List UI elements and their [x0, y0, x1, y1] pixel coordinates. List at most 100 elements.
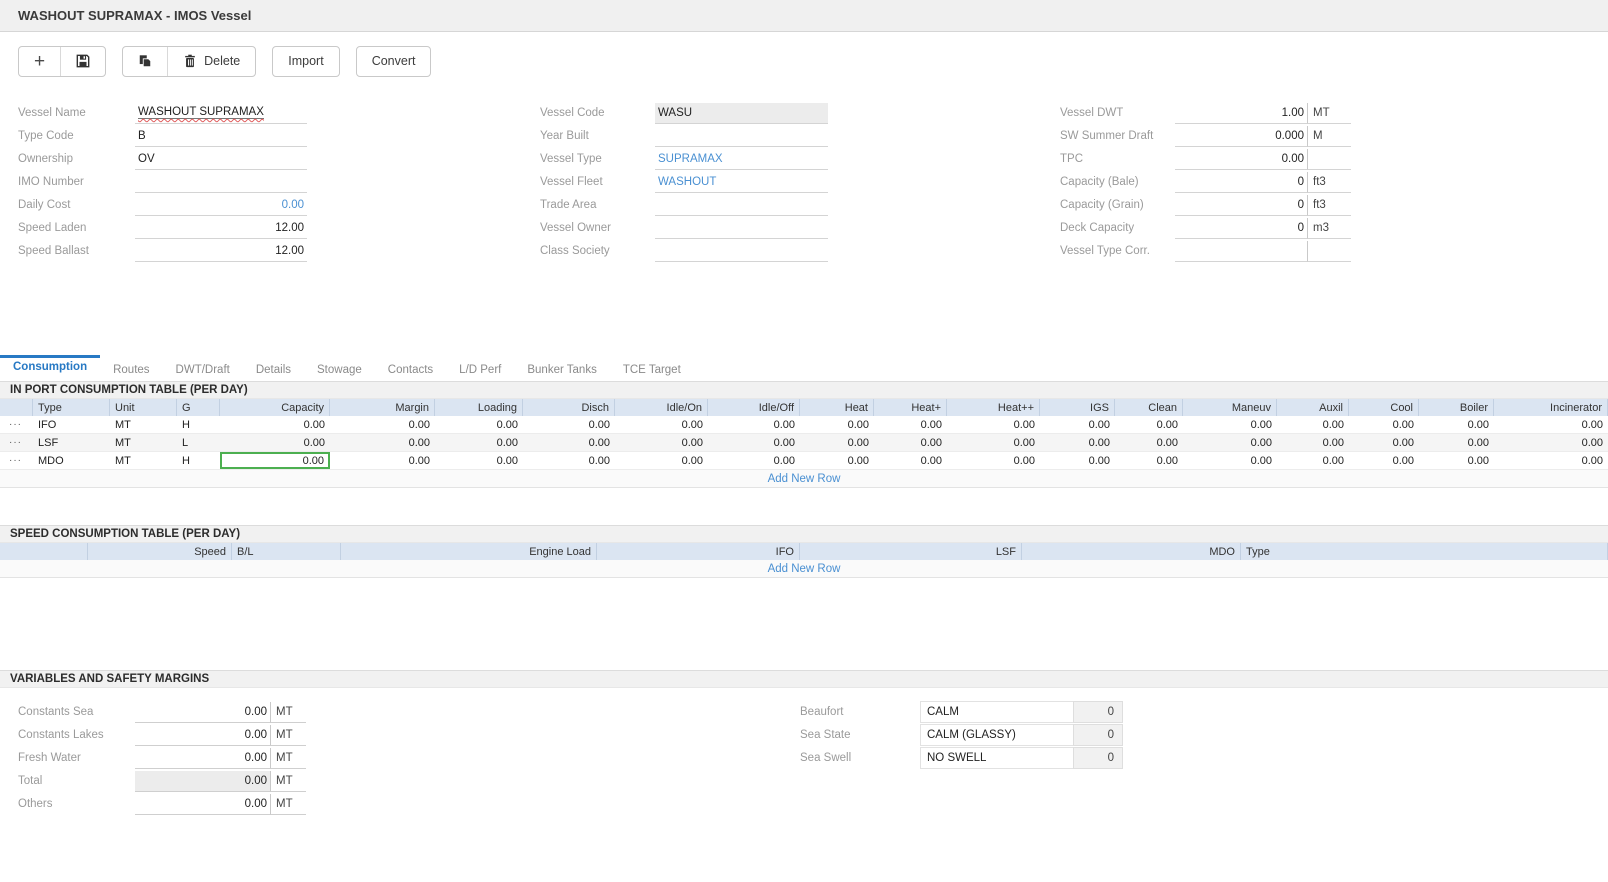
- cell-g[interactable]: L: [177, 434, 220, 451]
- type-code-input[interactable]: B: [135, 126, 307, 147]
- cell-unit[interactable]: MT: [110, 434, 177, 451]
- cell-unit[interactable]: MT: [110, 452, 177, 469]
- tab-details[interactable]: Details: [243, 355, 304, 381]
- cell-heat-plus[interactable]: 0.00: [874, 434, 947, 451]
- cell-clean[interactable]: 0.00: [1115, 416, 1183, 433]
- daily-cost-input[interactable]: 0.00: [135, 195, 307, 216]
- cell-type[interactable]: IFO: [33, 416, 110, 433]
- convert-button[interactable]: Convert: [357, 47, 431, 76]
- cell-margin[interactable]: 0.00: [330, 452, 435, 469]
- row-menu-icon[interactable]: ···: [0, 452, 33, 469]
- tab-dwt-draft[interactable]: DWT/Draft: [163, 355, 243, 381]
- vessel-name-input[interactable]: WASHOUT SUPRAMAX: [135, 103, 307, 124]
- cell-heat-plus-plus[interactable]: 0.00: [947, 416, 1040, 433]
- cell-incinerator[interactable]: 0.00: [1494, 434, 1608, 451]
- cell-loading[interactable]: 0.00: [435, 452, 523, 469]
- beaufort-select[interactable]: CALM: [920, 701, 1073, 723]
- cell-margin[interactable]: 0.00: [330, 416, 435, 433]
- year-built-input[interactable]: [655, 126, 828, 147]
- capacity-bale-input[interactable]: 0: [1175, 172, 1307, 193]
- sea-state-select[interactable]: CALM (GLASSY): [920, 724, 1073, 746]
- cell-igs[interactable]: 0.00: [1040, 416, 1115, 433]
- cell-heat-plus[interactable]: 0.00: [874, 452, 947, 469]
- cell-idle-on[interactable]: 0.00: [615, 416, 708, 433]
- sw-summer-draft-input[interactable]: 0.000: [1175, 126, 1307, 147]
- cell-maneuv[interactable]: 0.00: [1183, 416, 1277, 433]
- imo-number-input[interactable]: [135, 172, 307, 193]
- cell-incinerator[interactable]: 0.00: [1494, 452, 1608, 469]
- cell-idle-on[interactable]: 0.00: [615, 434, 708, 451]
- tab-consumption[interactable]: Consumption: [0, 355, 100, 381]
- fresh-water-input[interactable]: 0.00: [135, 748, 270, 769]
- tab-contacts[interactable]: Contacts: [375, 355, 446, 381]
- speed-ballast-input[interactable]: 12.00: [135, 241, 307, 262]
- cell-heat-plus[interactable]: 0.00: [874, 416, 947, 433]
- speed-laden-input[interactable]: 12.00: [135, 218, 307, 239]
- deck-capacity-input[interactable]: 0: [1175, 218, 1307, 239]
- cell-idle-off[interactable]: 0.00: [708, 452, 800, 469]
- in-port-add-new-row-link[interactable]: Add New Row: [0, 470, 1608, 488]
- cell-clean[interactable]: 0.00: [1115, 452, 1183, 469]
- cell-unit[interactable]: MT: [110, 416, 177, 433]
- cell-heat[interactable]: 0.00: [800, 416, 874, 433]
- cell-g[interactable]: H: [177, 452, 220, 469]
- tab-tce-target[interactable]: TCE Target: [610, 355, 694, 381]
- cell-type[interactable]: MDO: [33, 452, 110, 469]
- cell-g[interactable]: H: [177, 416, 220, 433]
- tab-stowage[interactable]: Stowage: [304, 355, 375, 381]
- cell-loading[interactable]: 0.00: [435, 434, 523, 451]
- ownership-input[interactable]: OV: [135, 149, 307, 170]
- trade-area-input[interactable]: [655, 195, 828, 216]
- cell-boiler[interactable]: 0.00: [1419, 452, 1494, 469]
- cell-loading[interactable]: 0.00: [435, 416, 523, 433]
- cell-clean[interactable]: 0.00: [1115, 434, 1183, 451]
- cell-capacity[interactable]: 0.00: [220, 434, 330, 451]
- cell-idle-off[interactable]: 0.00: [708, 416, 800, 433]
- vessel-owner-input[interactable]: [655, 218, 828, 239]
- cell-idle-on[interactable]: 0.00: [615, 452, 708, 469]
- cell-disch[interactable]: 0.00: [523, 416, 615, 433]
- others-input[interactable]: 0.00: [135, 794, 270, 815]
- vessel-type-link[interactable]: SUPRAMAX: [655, 149, 828, 170]
- tab-bunker-tanks[interactable]: Bunker Tanks: [514, 355, 609, 381]
- cell-capacity-selected[interactable]: 0.00: [220, 452, 330, 469]
- import-button[interactable]: Import: [273, 47, 338, 76]
- cell-capacity[interactable]: 0.00: [220, 416, 330, 433]
- cell-cool[interactable]: 0.00: [1349, 452, 1419, 469]
- tpc-input[interactable]: 0.00: [1175, 149, 1307, 170]
- cell-boiler[interactable]: 0.00: [1419, 434, 1494, 451]
- cell-idle-off[interactable]: 0.00: [708, 434, 800, 451]
- cell-heat[interactable]: 0.00: [800, 434, 874, 451]
- cell-incinerator[interactable]: 0.00: [1494, 416, 1608, 433]
- cell-auxil[interactable]: 0.00: [1277, 416, 1349, 433]
- add-button[interactable]: +: [19, 47, 60, 76]
- vessel-type-corr-input[interactable]: [1175, 241, 1307, 262]
- sea-swell-select[interactable]: NO SWELL: [920, 747, 1073, 769]
- vessel-dwt-input[interactable]: 1.00: [1175, 103, 1307, 124]
- cell-auxil[interactable]: 0.00: [1277, 452, 1349, 469]
- cell-disch[interactable]: 0.00: [523, 434, 615, 451]
- capacity-grain-input[interactable]: 0: [1175, 195, 1307, 216]
- cell-heat-plus-plus[interactable]: 0.00: [947, 452, 1040, 469]
- speed-add-new-row-link[interactable]: Add New Row: [0, 560, 1608, 578]
- cell-margin[interactable]: 0.00: [330, 434, 435, 451]
- cell-igs[interactable]: 0.00: [1040, 434, 1115, 451]
- delete-button[interactable]: Delete: [167, 47, 255, 76]
- tab-routes[interactable]: Routes: [100, 355, 162, 381]
- cell-boiler[interactable]: 0.00: [1419, 416, 1494, 433]
- row-menu-icon[interactable]: ···: [0, 416, 33, 433]
- cell-maneuv[interactable]: 0.00: [1183, 452, 1277, 469]
- save-button[interactable]: [60, 47, 105, 76]
- cell-igs[interactable]: 0.00: [1040, 452, 1115, 469]
- constants-lakes-input[interactable]: 0.00: [135, 725, 270, 746]
- row-menu-icon[interactable]: ···: [0, 434, 33, 451]
- cell-cool[interactable]: 0.00: [1349, 434, 1419, 451]
- vessel-fleet-link[interactable]: WASHOUT: [655, 172, 828, 193]
- cell-cool[interactable]: 0.00: [1349, 416, 1419, 433]
- constants-sea-input[interactable]: 0.00: [135, 702, 270, 723]
- cell-disch[interactable]: 0.00: [523, 452, 615, 469]
- copy-button[interactable]: [123, 47, 167, 76]
- cell-type[interactable]: LSF: [33, 434, 110, 451]
- cell-maneuv[interactable]: 0.00: [1183, 434, 1277, 451]
- cell-heat[interactable]: 0.00: [800, 452, 874, 469]
